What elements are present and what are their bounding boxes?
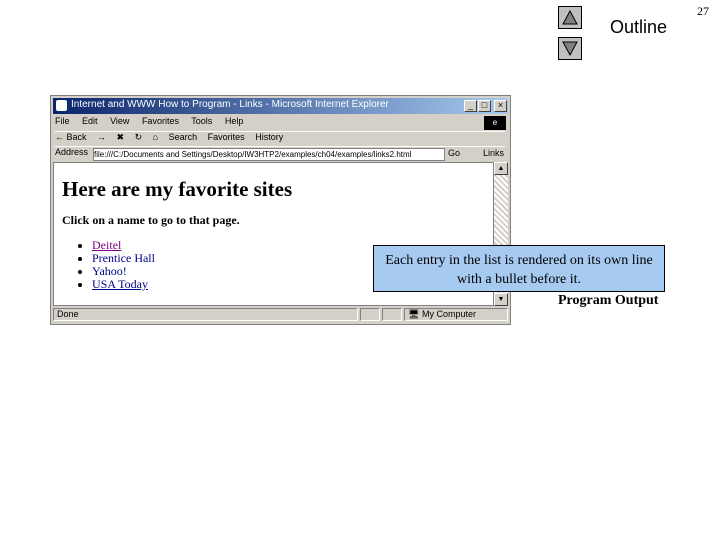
callout-box: Each entry in the list is rendered on it…: [373, 245, 665, 292]
scroll-up-button[interactable]: ▲: [494, 162, 508, 175]
menu-favorites[interactable]: Favorites: [142, 116, 179, 126]
menu-file[interactable]: File: [55, 116, 70, 126]
link-deitel[interactable]: Deitel: [92, 238, 121, 252]
status-text: Done: [53, 308, 358, 321]
address-input[interactable]: file:///C:/Documents and Settings/Deskto…: [93, 148, 445, 161]
computer-icon: 🖥: [408, 309, 420, 319]
list-item: USA Today: [92, 278, 155, 291]
favorites-button[interactable]: Favorites: [208, 132, 245, 142]
outline-label[interactable]: Outline: [610, 17, 667, 38]
ie-logo-icon: e: [484, 116, 506, 130]
status-left: Done: [57, 309, 79, 319]
minimize-button[interactable]: _: [464, 100, 477, 112]
status-pane: [382, 308, 402, 321]
stop-button[interactable]: ✖: [117, 132, 125, 142]
history-button[interactable]: History: [255, 132, 283, 142]
back-button[interactable]: ← Back: [55, 132, 87, 142]
menu-help[interactable]: Help: [225, 116, 244, 126]
status-zone: My Computer: [421, 309, 476, 319]
status-bar: Done 🖥 My Computer: [53, 308, 508, 322]
go-button[interactable]: Go: [448, 148, 460, 158]
address-bar: Address file:///C:/Documents and Setting…: [55, 146, 505, 168]
toolbar: ← Back → ✖ ↻ ⌂ Search Favorites History: [55, 131, 505, 146]
slide-number: 27: [697, 4, 709, 18]
link-yahoo[interactable]: Yahoo!: [92, 264, 127, 278]
window-title: Internet and WWW How to Program - Links …: [71, 99, 389, 110]
menu-edit[interactable]: Edit: [82, 116, 98, 126]
status-pane: [360, 308, 380, 321]
zone-pane: 🖥 My Computer: [404, 308, 508, 321]
forward-button[interactable]: →: [97, 132, 106, 142]
previous-slide-button[interactable]: [558, 6, 582, 29]
home-button[interactable]: ⌂: [153, 132, 158, 142]
page-instruction: Click on a name to go to that page.: [62, 213, 240, 227]
close-button[interactable]: ×: [494, 100, 507, 112]
program-output-label: Program Output: [558, 293, 659, 308]
menu-tools[interactable]: Tools: [191, 116, 212, 126]
maximize-button[interactable]: □: [478, 100, 491, 112]
address-label: Address: [55, 147, 89, 157]
ie-page-icon: [56, 100, 67, 111]
refresh-button[interactable]: ↻: [135, 132, 143, 142]
link-usa-today[interactable]: USA Today: [92, 277, 148, 291]
search-button[interactable]: Search: [169, 132, 198, 142]
triangle-up-icon: [562, 10, 578, 25]
page-heading: Here are my favorite sites: [62, 177, 293, 201]
links-list: Deitel Prentice Hall Yahoo! USA Today: [62, 239, 155, 291]
next-slide-button[interactable]: [558, 37, 582, 60]
title-bar: Internet and WWW How to Program - Links …: [53, 98, 508, 114]
link-prentice-hall[interactable]: Prentice Hall: [92, 251, 155, 265]
menu-bar: File Edit View Favorites Tools Help: [55, 116, 481, 130]
scroll-down-button[interactable]: ▼: [494, 293, 508, 306]
triangle-down-icon: [562, 41, 578, 56]
menu-view[interactable]: View: [110, 116, 129, 126]
